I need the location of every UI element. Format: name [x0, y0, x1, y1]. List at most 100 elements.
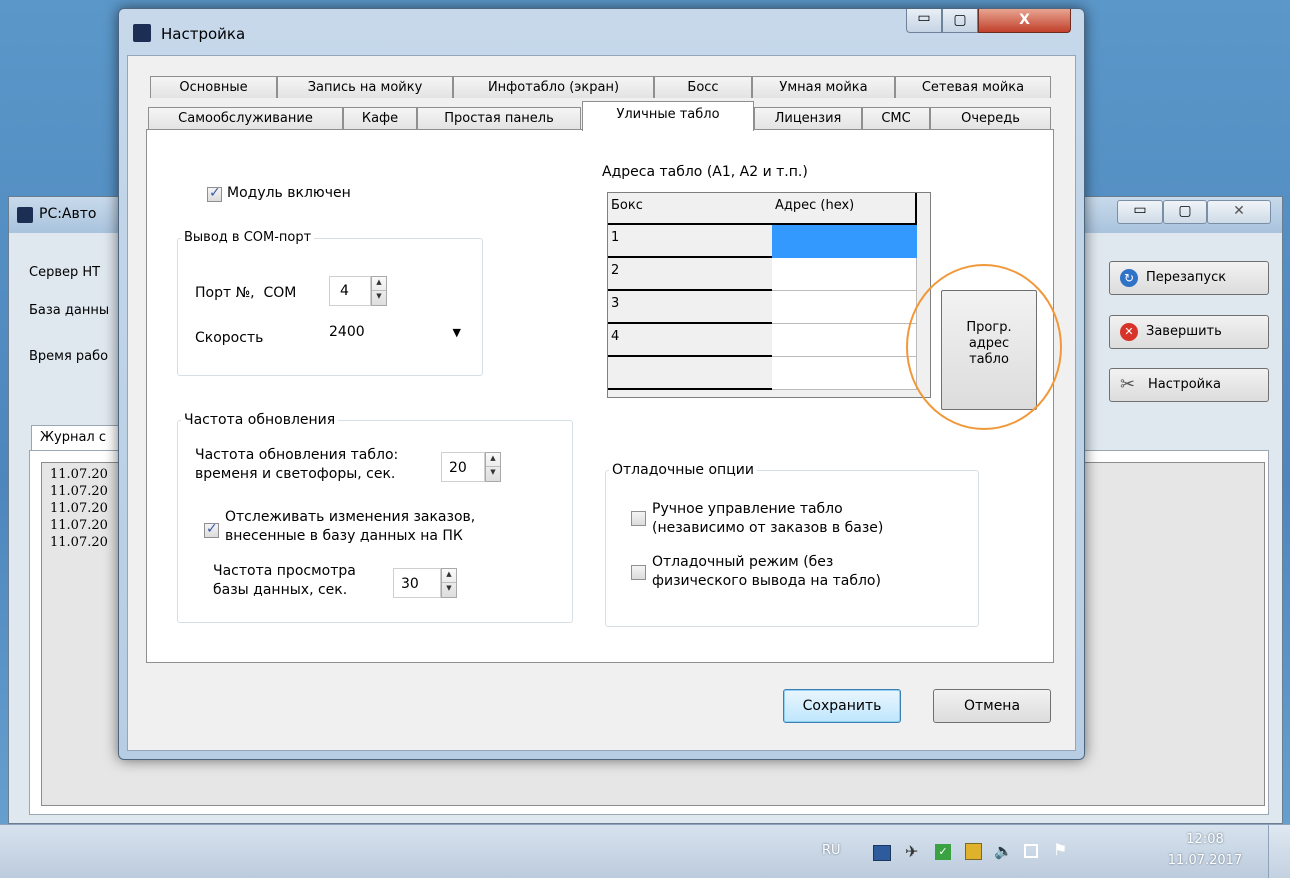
- tab-booking[interactable]: Запись на мойку: [277, 76, 453, 98]
- grid-address-cell[interactable]: [772, 357, 917, 390]
- grid-box-cell: [608, 357, 774, 390]
- restart-button-label: Перезапуск: [1146, 270, 1227, 285]
- debug-group-title: Отладочные опции: [609, 462, 757, 478]
- database-label: База данны: [29, 303, 110, 318]
- spin-up-icon[interactable]: ▲: [486, 453, 500, 467]
- debug-mode-checkbox[interactable]: [631, 565, 646, 580]
- tab-cafe[interactable]: Кафе: [343, 107, 417, 129]
- grid-box-cell: 2: [608, 258, 774, 291]
- refresh-label-line: Частота обновления табло:: [195, 447, 399, 463]
- refresh-spinner[interactable]: ▲ ▼: [485, 452, 501, 482]
- finish-button[interactable]: ✕ Завершить: [1109, 315, 1269, 349]
- tab-smart-wash[interactable]: Умная мойка: [752, 76, 895, 98]
- spin-down-icon[interactable]: ▼: [486, 467, 500, 481]
- spin-down-icon[interactable]: ▼: [372, 291, 386, 305]
- language-indicator[interactable]: RU: [822, 843, 841, 858]
- manual-control-label-line: (независимо от заказов в базе): [652, 520, 884, 536]
- taskbar: RU ✈ ✓ 🔈 ⚑ 12:08 11.07.2017: [0, 824, 1290, 878]
- log-line: 11.07.20: [50, 535, 108, 550]
- db-rate-spinner[interactable]: ▲ ▼: [441, 568, 457, 598]
- port-spinner[interactable]: ▲ ▼: [371, 276, 387, 306]
- tab-label: Запись на мойку: [307, 80, 423, 95]
- refresh-group-title: Частота обновления: [181, 412, 339, 428]
- background-maximize-button[interactable]: ▢: [1163, 200, 1207, 224]
- tab-sms[interactable]: СМС: [862, 107, 930, 129]
- debug-group: [605, 470, 979, 627]
- speed-select[interactable]: 2400 ▼: [327, 320, 465, 350]
- flag-icon[interactable]: ⚑: [1053, 840, 1067, 859]
- volume-icon[interactable]: 🔈: [994, 842, 1013, 860]
- work-time-label: Время рабо: [29, 349, 109, 364]
- tab-boss[interactable]: Босс: [654, 76, 752, 98]
- spin-up-icon[interactable]: ▲: [442, 569, 456, 583]
- spin-down-icon[interactable]: ▼: [442, 583, 456, 597]
- cancel-button[interactable]: Отмена: [933, 689, 1051, 723]
- tab-label: Основные: [179, 80, 248, 95]
- manual-control-checkbox[interactable]: [631, 511, 646, 526]
- app-icon: [17, 207, 33, 223]
- tab-label: Очередь: [961, 111, 1020, 126]
- settings-button[interactable]: ✂ Настройка: [1109, 368, 1269, 402]
- com-port-group: [177, 238, 483, 376]
- tab-self-service[interactable]: Самообслуживание: [148, 107, 343, 129]
- tab-main[interactable]: Основные: [150, 76, 277, 98]
- refresh-input[interactable]: 20: [441, 452, 485, 482]
- settings-dialog: Настройка ▭ ▢ X Основные Запись на мойку…: [118, 8, 1085, 760]
- save-button[interactable]: Сохранить: [783, 689, 901, 723]
- db-rate-input-value: 30: [401, 576, 419, 592]
- db-rate-label-line: базы данных, сек.: [213, 582, 348, 598]
- tab-infotablo[interactable]: Инфотабло (экран): [453, 76, 654, 98]
- journal-tab[interactable]: Журнал с: [31, 425, 126, 451]
- grid-address-cell[interactable]: [772, 225, 917, 258]
- dialog-close-button[interactable]: X: [978, 9, 1071, 33]
- tab-queue[interactable]: Очередь: [930, 107, 1051, 129]
- tab-label: Простая панель: [444, 111, 554, 126]
- tab-simple-panel[interactable]: Простая панель: [417, 107, 581, 129]
- grid-address-cell[interactable]: [772, 258, 917, 291]
- spin-up-icon[interactable]: ▲: [372, 277, 386, 291]
- update-icon[interactable]: ✓: [935, 844, 951, 860]
- addresses-title: Адреса табло (А1, А2 и т.п.): [602, 164, 808, 180]
- tab-license[interactable]: Лицензия: [754, 107, 862, 129]
- tab-network-wash[interactable]: Сетевая мойка: [895, 76, 1051, 98]
- grid-box-cell: 1: [608, 225, 774, 258]
- save-button-label: Сохранить: [802, 698, 882, 714]
- log-line: 11.07.20: [50, 501, 108, 516]
- db-rate-input[interactable]: 30: [393, 568, 441, 598]
- clock[interactable]: 12:08 11.07.2017: [1160, 829, 1250, 871]
- manual-control-label-line: Ручное управление табло: [652, 501, 843, 517]
- port-input[interactable]: 4: [329, 276, 371, 306]
- clock-time: 12:08: [1186, 832, 1224, 847]
- stop-icon: ✕: [1120, 323, 1138, 341]
- log-line: 11.07.20: [50, 518, 108, 533]
- background-minimize-button[interactable]: ▭: [1117, 200, 1163, 224]
- dialog-maximize-button[interactable]: ▢: [942, 9, 978, 33]
- tools-icon: ✂: [1120, 374, 1136, 395]
- display-icon[interactable]: [965, 843, 982, 860]
- grid-address-cell[interactable]: [772, 291, 917, 324]
- track-changes-checkbox[interactable]: [204, 521, 219, 538]
- grid-header-address: Адрес (hex): [772, 193, 917, 225]
- refresh-label-line: временя и светофоры, сек.: [195, 466, 396, 482]
- track-changes-label-line: Отслеживать изменения заказов,: [225, 509, 476, 525]
- background-close-button[interactable]: ✕: [1207, 200, 1271, 224]
- cancel-button-label: Отмена: [963, 698, 1021, 714]
- restart-button[interactable]: ↻ Перезапуск: [1109, 261, 1269, 295]
- dialog-title: Настройка: [161, 25, 246, 43]
- network-monitor-icon[interactable]: [873, 845, 891, 861]
- tab-street-tablo[interactable]: Уличные табло: [582, 101, 754, 131]
- show-desktop-button[interactable]: [1268, 825, 1290, 878]
- tab-label: Лицензия: [774, 111, 842, 126]
- debug-mode-label: Отладочный режим (без физического вывода…: [652, 553, 881, 591]
- satellite-icon[interactable]: ✈: [905, 842, 918, 861]
- grid-address-cell[interactable]: [772, 324, 917, 357]
- speed-label: Скорость: [195, 330, 264, 346]
- dialog-minimize-button[interactable]: ▭: [906, 9, 942, 33]
- network-icon[interactable]: [1024, 844, 1038, 858]
- settings-button-label: Настройка: [1148, 377, 1221, 392]
- background-window-title: PC:Авто: [39, 206, 97, 222]
- module-enabled-checkbox[interactable]: [207, 185, 222, 202]
- tab-label: СМС: [881, 111, 911, 126]
- grid-box-cell: 4: [608, 324, 774, 357]
- speed-select-value: 2400: [329, 324, 365, 340]
